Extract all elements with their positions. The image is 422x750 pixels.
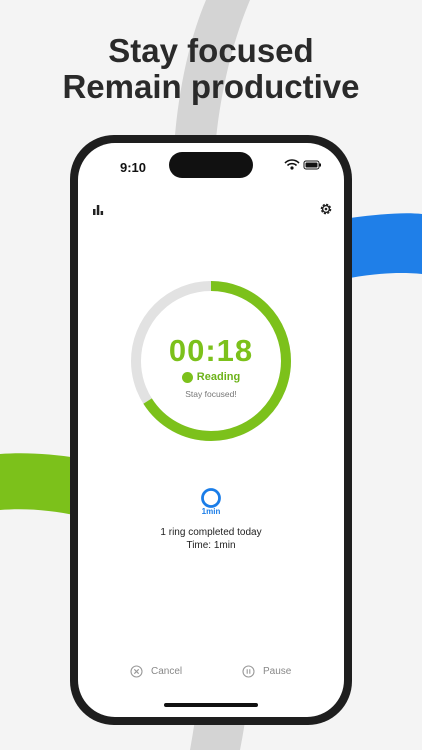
completed-ring-label: 1min [201, 507, 221, 516]
completed-ring-icon [201, 488, 221, 508]
summary-time: Time: 1min [186, 540, 236, 551]
dynamic-island [169, 152, 253, 178]
cancel-label: Cancel [151, 666, 183, 677]
bar-chart-icon[interactable] [92, 204, 104, 216]
green-swoosh [0, 453, 78, 516]
motto-text: Stay focused! [185, 389, 237, 399]
headline-line-1: Stay focused [108, 32, 314, 69]
summary-rings: 1 ring completed today [160, 527, 262, 538]
pause-label: Pause [263, 666, 292, 677]
timer-display: 00:18 [168, 333, 254, 368]
cancel-button[interactable]: Cancel [130, 665, 182, 678]
headline-line-2: Remain productive [62, 68, 360, 105]
task-color-dot [181, 371, 193, 383]
phone-frame: 9:10 00:18 Reading Stay focused! 1min 1 … [70, 135, 352, 725]
gear-icon[interactable] [319, 202, 333, 216]
daily-summary: 1 ring completed today Time: 1min [78, 526, 344, 552]
task-indicator[interactable]: Reading [78, 371, 344, 383]
pause-button[interactable]: Pause [242, 665, 291, 678]
battery-icon [303, 160, 321, 170]
status-icons [284, 159, 321, 170]
close-circle-icon [130, 665, 143, 678]
phone-screen: 9:10 00:18 Reading Stay focused! 1min 1 … [78, 143, 344, 717]
status-time: 9:10 [120, 160, 147, 175]
blue-swoosh [350, 213, 422, 278]
task-label: Reading [196, 371, 241, 383]
pause-circle-icon [242, 665, 255, 678]
wifi-icon [284, 159, 300, 170]
home-indicator [164, 703, 258, 707]
